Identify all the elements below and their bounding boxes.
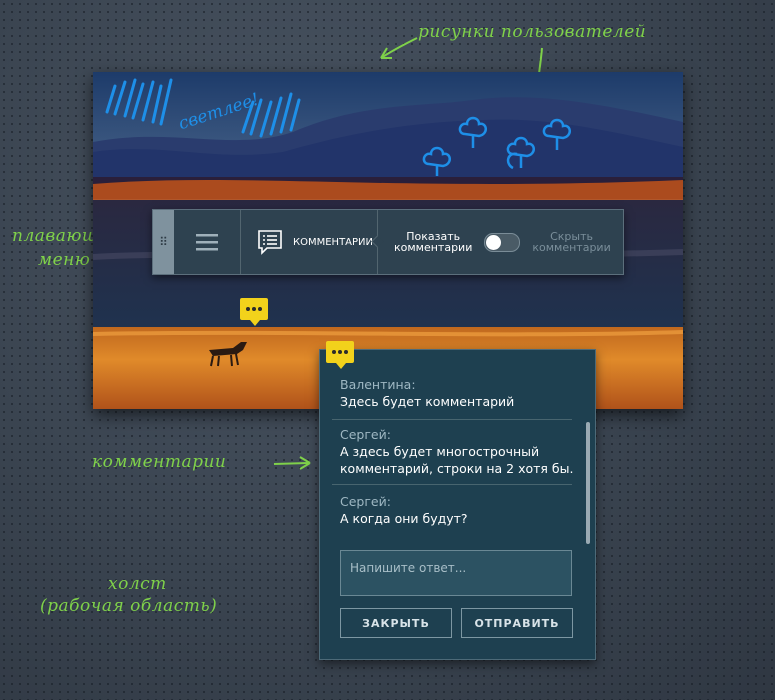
comments-list-icon <box>258 230 282 255</box>
divider <box>332 484 572 485</box>
comment-item: Валентина: Здесь будет комментарий <box>340 376 514 410</box>
annotation-user-drawings: рисунки пользователей <box>418 22 647 42</box>
close-button[interactable]: ЗАКРЫТЬ <box>340 608 452 638</box>
comment-text: комментарий, строки на 2 хотя бы. <box>340 461 574 476</box>
toggle-knob <box>486 234 502 250</box>
comments-toggle-group: Показать комментарии Скрыть комментарии <box>378 210 623 274</box>
comment-marker-icon[interactable] <box>326 341 354 369</box>
annotation-arrow-icon <box>380 37 418 59</box>
comments-scrollbar[interactable] <box>586 422 590 544</box>
show-comments-label: Показать комментарии <box>394 230 473 254</box>
comment-item: Сергей: А когда они будут? <box>340 493 468 527</box>
send-button[interactable]: ОТПРАВИТЬ <box>461 608 573 638</box>
reply-input[interactable]: Напишите ответ... <box>340 550 572 596</box>
comments-panel: Валентина: Здесь будет комментарий Серге… <box>319 349 596 660</box>
grip-icon[interactable]: ⠿ <box>153 210 174 274</box>
comment-item: Сергей: А здесь будет многострочный комм… <box>340 426 573 477</box>
comment-text: А здесь будет многострочный <box>340 444 540 459</box>
comment-author: Валентина: <box>340 377 416 392</box>
hamburger-icon <box>196 234 218 251</box>
comment-text: Здесь будет комментарий <box>340 394 515 409</box>
annotation-canvas-2: (рабочая область) <box>40 596 218 616</box>
comments-button[interactable]: КОММЕНТАРИИ <box>241 210 384 274</box>
hamburger-button[interactable] <box>174 210 241 274</box>
comments-toggle[interactable] <box>484 232 521 252</box>
divider <box>332 419 572 420</box>
annotation-canvas-1: холст <box>108 574 167 594</box>
comment-author: Сергей: <box>340 427 391 442</box>
comments-label: КОММЕНТАРИИ <box>293 236 374 248</box>
comment-text: А когда они будут? <box>340 511 468 526</box>
hide-comments-label: Скрыть комментарии <box>532 230 611 254</box>
annotation-arrow-icon <box>273 456 311 470</box>
annotation-comments: комментарии <box>92 452 227 472</box>
annotation-floating-menu-2: меню <box>38 250 91 270</box>
comment-author: Сергей: <box>340 494 391 509</box>
comment-marker-icon[interactable] <box>240 298 268 326</box>
floating-menu: ⠿ КОММЕНТАРИИ Показать комментарии Скрыт… <box>152 209 624 275</box>
